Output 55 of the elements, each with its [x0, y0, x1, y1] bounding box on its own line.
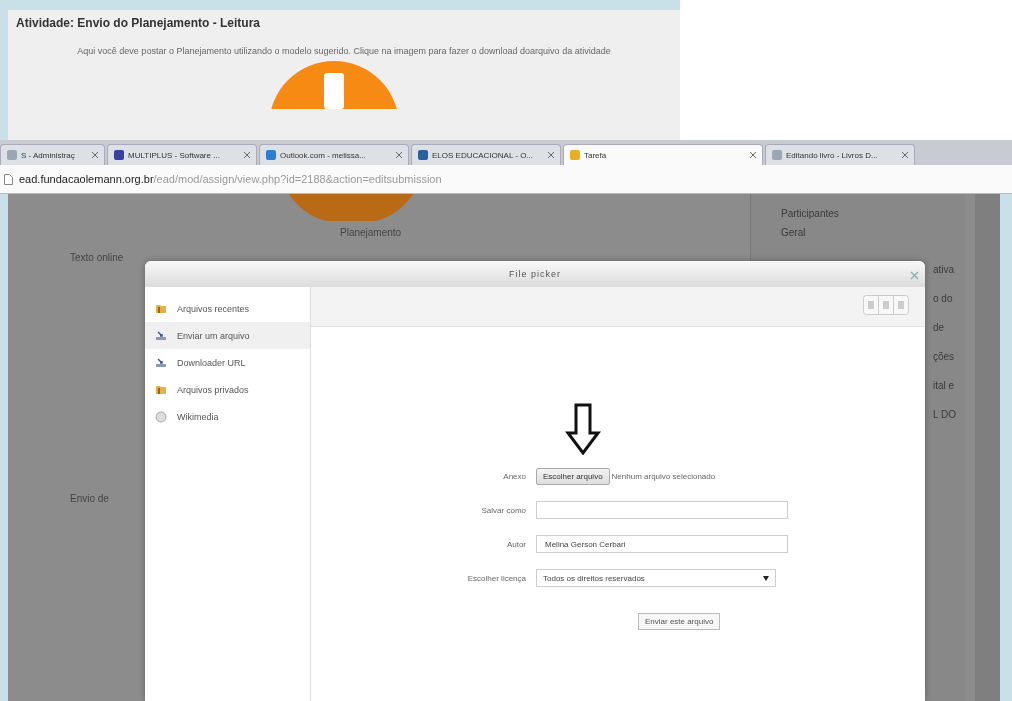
close-icon[interactable] — [92, 152, 98, 158]
activity-description: Aqui você deve postar o Planejamento utilizando o modelo sugerido. Clique na imagem para fazer o download doarquivo da atividade — [76, 46, 612, 57]
repository-item[interactable]: Enviar um arquivo — [145, 322, 310, 349]
section-label: Texto online — [70, 252, 125, 263]
folder-icon — [155, 303, 167, 314]
caret-icon — [763, 575, 769, 581]
tab-title: Tarefa — [584, 150, 608, 160]
field-label: Escolher licença — [466, 573, 526, 583]
upload-icon — [155, 357, 167, 368]
page-icon — [4, 173, 13, 185]
close-icon[interactable] — [244, 152, 250, 158]
license-dropdown[interactable]: Todos os direitos reservados — [536, 569, 776, 587]
close-icon[interactable] — [902, 152, 908, 158]
submit-button[interactable]: Enviar este arquivo — [638, 613, 721, 630]
input-field[interactable] — [536, 501, 788, 519]
section-label: Envio de — [70, 493, 110, 504]
field-label: Salvar como — [480, 505, 526, 515]
repository-label: Arquivos privados — [177, 384, 249, 395]
tab-title: S - Administraç — [21, 150, 76, 160]
repository-item[interactable]: Downloader URL — [145, 349, 310, 376]
url-text: ead.fundacaolemann.org.br/ead/mod/assign/view.php?id=2188&action=editsubmission — [19, 173, 442, 185]
dialog-title: File picker — [509, 269, 561, 279]
activity-title: Atividade: Envio do Planejamento - Leitura — [16, 16, 261, 30]
close-icon[interactable] — [396, 152, 402, 158]
address-bar[interactable]: ead.fundacaolemann.org.br/ead/mod/assign/view.php?id=2188&action=editsubmission — [0, 165, 1012, 194]
browser-tab[interactable]: Outlook.com - melissa... — [259, 144, 409, 165]
folder-icon — [155, 384, 167, 395]
upload-icon — [155, 330, 167, 341]
browser-tab[interactable]: S - Administraç — [0, 144, 105, 165]
repository-label: Downloader URL — [177, 357, 246, 368]
browser-tab[interactable]: Tarefa — [563, 144, 763, 165]
tab-title: MULTIPLUS - Software ... — [128, 150, 221, 160]
browser-tab[interactable]: ELOS EDUCACIONAL - O... — [411, 144, 561, 165]
tab-title: ELOS EDUCACIONAL - O... — [432, 150, 535, 160]
close-icon[interactable] — [750, 152, 756, 158]
choose-file-button[interactable]: Escolher arquivo — [536, 467, 610, 485]
browser-tab[interactable]: Editando livro - Livros D... — [765, 144, 915, 165]
image-caption: Planejamento — [340, 227, 402, 238]
tab-title: Outlook.com - melissa... — [280, 150, 367, 160]
close-icon[interactable] — [548, 152, 554, 158]
repository-item[interactable]: Arquivos recentes — [145, 295, 310, 322]
input-field[interactable]: Melina Gerson Cerbari — [536, 535, 788, 553]
download-icon[interactable] — [269, 61, 399, 109]
repository-item[interactable]: Wikimedia — [145, 403, 310, 430]
browser-tab[interactable]: MULTIPLUS - Software ... — [107, 144, 257, 165]
field-label: Anexo — [502, 471, 526, 481]
arrow-icon — [565, 403, 601, 455]
repository-label: Wikimedia — [177, 411, 219, 422]
repository-item[interactable]: Arquivos privados — [145, 376, 310, 403]
globe-icon — [155, 410, 167, 423]
tab-title: Editando livro - Livros D... — [786, 150, 879, 160]
repository-label: Arquivos recentes — [177, 303, 250, 314]
file-status: Nenhum arquivo selecionado — [611, 471, 716, 481]
field-label: Autor — [505, 539, 526, 549]
repository-label: Enviar um arquivo — [177, 330, 250, 341]
